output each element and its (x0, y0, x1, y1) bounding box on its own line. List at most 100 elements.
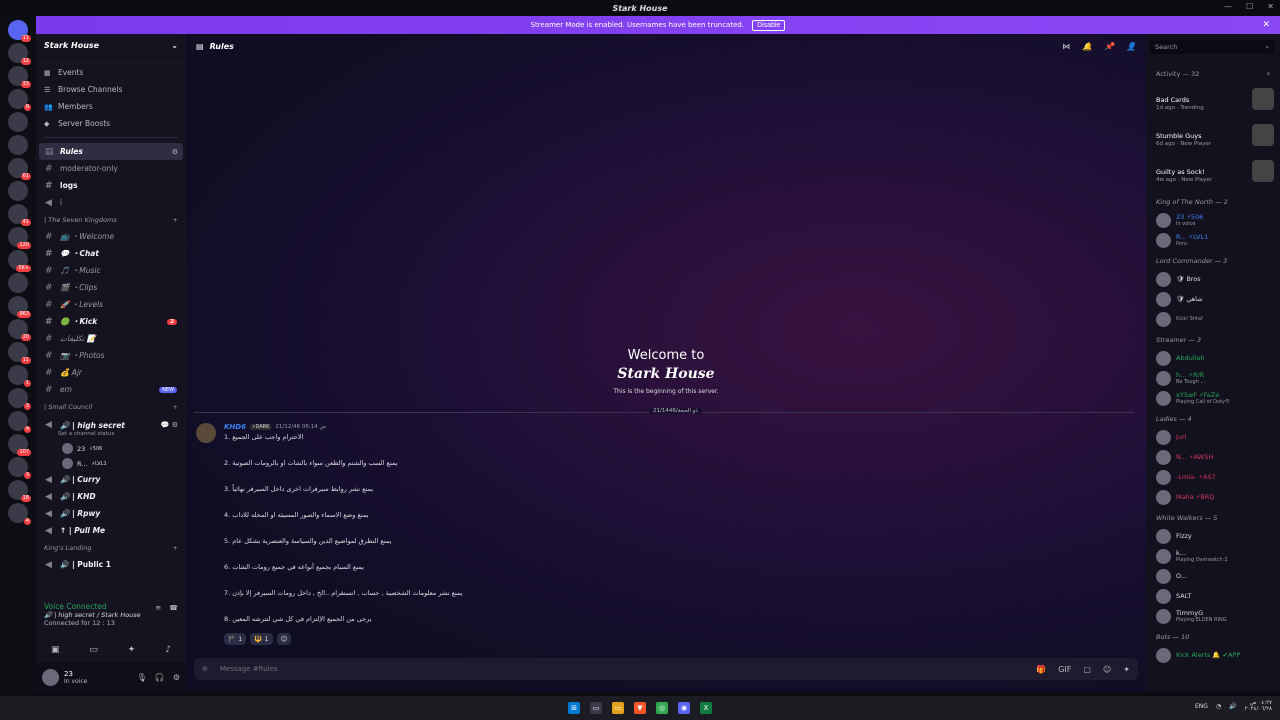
wifi-icon[interactable]: ◔ (1216, 703, 1221, 710)
channel-item[interactable]: # 🚀 ・Levels (39, 296, 183, 313)
notification-bell-icon[interactable]: 🔔 (1082, 42, 1092, 51)
disconnect-icon[interactable]: ☎ (169, 604, 178, 612)
server-icon[interactable]: 20 (8, 319, 31, 341)
channel-item[interactable]: ◀ ↑ | Pull Me (39, 522, 183, 539)
discord-icon[interactable]: ◉ (678, 702, 690, 714)
close-icon[interactable]: ✕ (1267, 2, 1274, 11)
activity-item[interactable]: Bad Cards 1d ago · Trending (1156, 88, 1274, 118)
gift-icon[interactable]: 🎁 (1036, 665, 1046, 674)
member-row[interactable]: R... ⚡LVL1 Pero (1156, 231, 1274, 249)
member-list-icon[interactable]: 👤 (1126, 42, 1136, 51)
server-icon[interactable]: 12 (8, 43, 31, 65)
microphone-icon[interactable]: 🎙 (137, 673, 147, 682)
channel-item[interactable]: # 📺 ・Welcome (39, 228, 183, 245)
camera-icon[interactable]: ▣ (51, 645, 60, 655)
channel-rules[interactable]: ▤ Rules ⚙ (39, 143, 183, 160)
add-channel-icon[interactable]: + (173, 216, 178, 224)
server-icon[interactable]: 33 (8, 66, 31, 88)
server-icon[interactable]: 1 (8, 365, 31, 387)
excel-icon[interactable]: X (700, 702, 712, 714)
server-icon[interactable]: 8 (8, 89, 31, 111)
channel-item[interactable]: # تكليفات 📝 (39, 330, 183, 347)
activity-icon[interactable]: ✦ (128, 645, 136, 655)
category-small-council[interactable]: | Small Council + (36, 398, 186, 415)
server-icon[interactable]: 61 (8, 158, 31, 180)
member-row[interactable]: -Lmla- ⚡AS7 (1156, 468, 1274, 486)
add-reaction-icon[interactable]: ☺ (276, 633, 292, 645)
server-icon[interactable] (8, 135, 28, 155)
menu-events[interactable]: ▦ Events (36, 64, 186, 81)
channel-logs[interactable]: # logs (39, 177, 183, 194)
author-avatar[interactable] (196, 423, 216, 443)
member-row[interactable]: 🛡 شاهي (1156, 290, 1274, 308)
channel-item[interactable]: ◀ 🔊 | KHD (39, 488, 183, 505)
server-icon[interactable]: 4 (8, 411, 31, 433)
member-row[interactable]: k... Playing Overwatch 2 (1156, 547, 1274, 565)
menu-members[interactable]: 👥 Members (36, 98, 186, 115)
channel-settings-icon[interactable]: ⚙ (172, 148, 178, 156)
voice-location[interactable]: 🔊 | high secret / Stark House (44, 611, 178, 619)
reaction[interactable]: 🏴 1 (224, 633, 247, 645)
channel-i[interactable]: ◀ i (39, 194, 183, 211)
server-icon[interactable]: 41 (8, 204, 31, 226)
noise-suppression-icon[interactable]: ≋ (155, 604, 161, 612)
tray-date[interactable]: ٢٠٢٤/٠٦/٢٨ (1245, 706, 1272, 712)
voice-user[interactable]: 23 ⚡506 (36, 441, 186, 456)
member-row[interactable]: Abdullah (1156, 349, 1274, 367)
banner-close-icon[interactable]: ✕ (1262, 20, 1270, 30)
server-icon[interactable]: 4 (8, 503, 31, 525)
add-channel-icon[interactable]: + (173, 403, 178, 411)
member-row[interactable]: Kick Alerts 🔔 ✔APP (1156, 646, 1274, 664)
screen-share-icon[interactable]: ▭ (89, 645, 98, 655)
reaction[interactable]: 🔱 1 (250, 633, 273, 645)
headphones-icon[interactable]: 🎧 (155, 673, 165, 682)
menu-server-boosts[interactable]: ◆ Server Boosts (36, 115, 186, 132)
message-input[interactable]: Message #Rules (220, 665, 278, 673)
tray-lang[interactable]: ENG (1195, 703, 1208, 710)
channel-item[interactable]: ◀ 🔊 | Rpwy (39, 505, 183, 522)
channel-moderator-only[interactable]: # moderator-only (39, 160, 183, 177)
channel-item[interactable]: # 🎵 ・Music (39, 262, 183, 279)
member-row[interactable]: h... ⚡R/R Be Tough ... (1156, 369, 1274, 387)
maximize-icon[interactable]: ☐ (1246, 2, 1253, 11)
gif-icon[interactable]: GIF (1058, 665, 1071, 674)
message-composer[interactable]: ⊕ Message #Rules 🎁 GIF ▢ ☺ ✦ (194, 658, 1138, 680)
channel-item[interactable]: # 💰 Ajr (39, 364, 183, 381)
pin-icon[interactable]: 📌 (1104, 42, 1114, 51)
apps-icon[interactable]: ✦ (1123, 665, 1130, 674)
server-icon[interactable]: 963 (8, 296, 31, 318)
windows-start-icon[interactable]: ⊞ (568, 702, 580, 714)
activity-item[interactable]: Stumble Guys 6d ago · New Player (1156, 124, 1274, 154)
channel-item[interactable]: # 📷 ・Photos (39, 347, 183, 364)
server-icon[interactable] (8, 181, 28, 201)
volume-icon[interactable]: 🔊 (1229, 703, 1236, 710)
server-icon[interactable]: 18 (8, 480, 31, 502)
member-row[interactable]: TimmyG Playing ELDEN RING (1156, 607, 1274, 625)
author-name[interactable]: KHD6 (224, 423, 246, 431)
user-avatar[interactable] (42, 668, 59, 686)
chevron-right-icon[interactable]: › (1267, 69, 1270, 78)
add-attachment-icon[interactable]: ⊕ (202, 665, 208, 673)
server-icon[interactable]: 3 (8, 457, 31, 479)
menu-browse-channels[interactable]: ☰ Browse Channels (36, 81, 186, 98)
member-row[interactable]: xY5wF ⚡FaZe Playing Call of Duty® (1156, 389, 1274, 407)
brave-icon[interactable]: ▼ (634, 702, 646, 714)
channel-item[interactable]: # 💬 ・Chat (39, 245, 183, 262)
member-row[interactable]: SALT (1156, 587, 1274, 605)
task-view-icon[interactable]: ▭ (590, 702, 602, 714)
voice-user[interactable]: R... ⚡LVL1 (36, 456, 186, 471)
emoji-icon[interactable]: ☺ (1103, 665, 1111, 674)
file-explorer-icon[interactable]: ▭ (612, 702, 624, 714)
voice-channel-public-1[interactable]: ◀ 🔊 | Public 1 (39, 556, 183, 573)
threads-icon[interactable]: ⋈ (1062, 42, 1070, 51)
server-icon[interactable]: 120 (8, 227, 31, 249)
server-icon[interactable]: 11 (8, 20, 31, 42)
guild-header[interactable]: Stark House ⌄ (36, 34, 186, 58)
add-channel-icon[interactable]: + (173, 544, 178, 552)
channel-item[interactable]: # 🟢 ・Kick 2 (39, 313, 183, 330)
member-row[interactable]: N... ⚡AWSH (1156, 448, 1274, 466)
member-row[interactable]: 🛡 Bros (1156, 270, 1274, 288)
chrome-icon[interactable]: ◎ (656, 702, 668, 714)
server-icon[interactable]: 11 (8, 342, 31, 364)
sticker-icon[interactable]: ▢ (1083, 665, 1091, 674)
